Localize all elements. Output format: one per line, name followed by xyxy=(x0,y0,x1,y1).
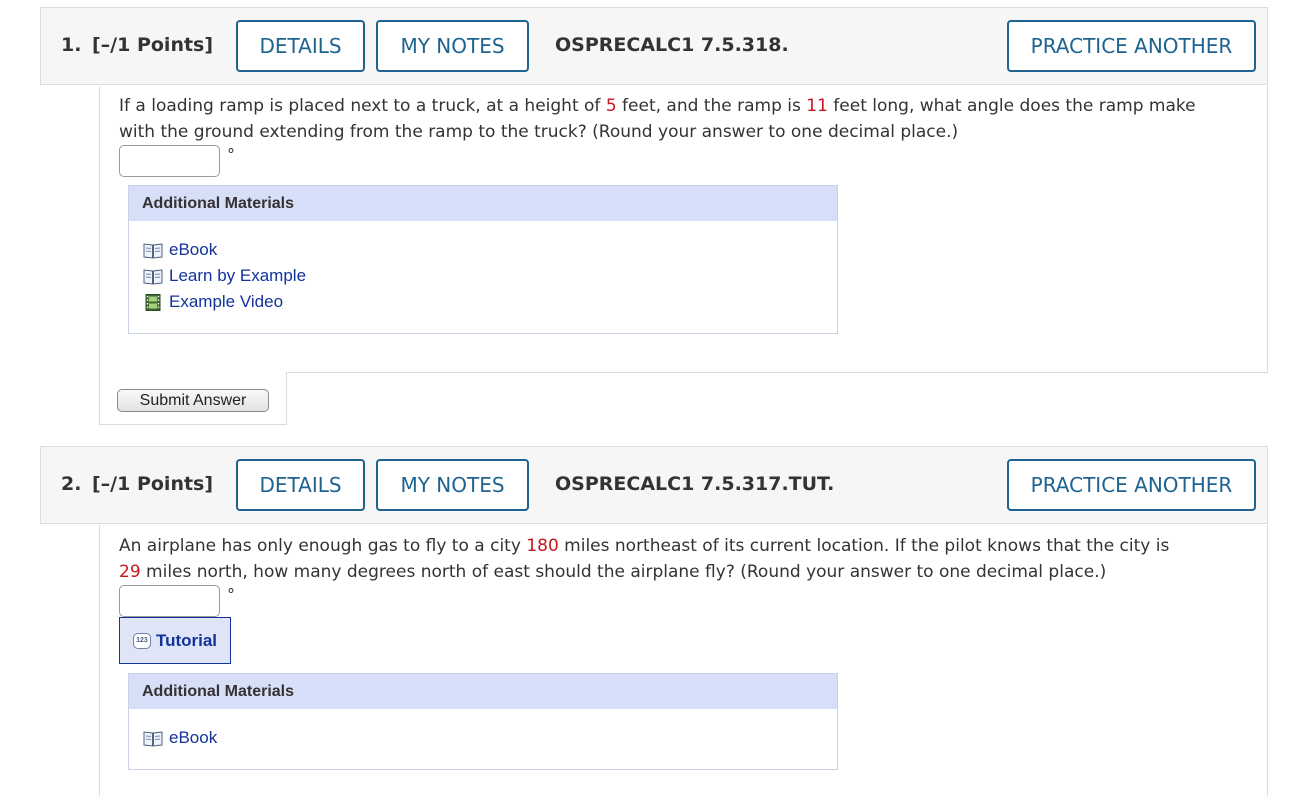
value-height: 5 xyxy=(605,96,617,116)
practice-another-button[interactable]: PRACTICE ANOTHER xyxy=(1007,459,1256,511)
degree-unit: ° xyxy=(227,145,235,164)
details-button[interactable]: DETAILS xyxy=(236,20,365,72)
book-icon xyxy=(143,242,163,259)
question-points: [–/1 Points] xyxy=(92,473,214,495)
example-video-label: Example Video xyxy=(169,292,284,311)
tutorial-button[interactable]: 123 Tutorial xyxy=(119,617,231,664)
value-north: 29 xyxy=(119,562,141,582)
tutorial-icon: 123 xyxy=(132,632,151,649)
example-video-link[interactable]: Example Video xyxy=(143,292,283,312)
question-1-body: If a loading ramp is placed next to a tr… xyxy=(99,86,1268,373)
submit-area: Submit Answer xyxy=(99,372,287,425)
details-button[interactable]: DETAILS xyxy=(236,459,365,511)
practice-another-button[interactable]: PRACTICE ANOTHER xyxy=(1007,20,1256,72)
my-notes-button[interactable]: MY NOTES xyxy=(376,20,529,72)
question-2-body: An airplane has only enough gas to fly t… xyxy=(99,525,1268,796)
tutorial-label: Tutorial xyxy=(155,630,218,650)
learn-by-example-label: Learn by Example xyxy=(169,266,307,285)
question-id: OSPRECALC1 7.5.317.TUT. xyxy=(555,473,835,495)
ebook-label: eBook xyxy=(169,240,218,259)
ebook-label: eBook xyxy=(169,728,218,747)
my-notes-button[interactable]: MY NOTES xyxy=(376,459,529,511)
submit-answer-button[interactable]: Submit Answer xyxy=(117,389,269,412)
degree-unit: ° xyxy=(227,585,235,604)
ebook-link[interactable]: eBook xyxy=(143,240,217,260)
additional-materials-heading: Additional Materials xyxy=(129,674,837,709)
additional-materials: Additional Materials eBook xyxy=(128,673,838,770)
book-icon xyxy=(143,268,163,285)
question-points: [–/1 Points] xyxy=(92,34,214,56)
value-distance: 180 xyxy=(526,536,559,556)
question-number: 2. xyxy=(61,473,82,495)
question-number: 1. xyxy=(61,34,82,56)
additional-materials: Additional Materials eBook Learn by Exam… xyxy=(128,185,838,334)
answer-input[interactable] xyxy=(119,145,220,177)
additional-materials-heading: Additional Materials xyxy=(129,186,837,221)
question-1-header: 1. [–/1 Points] DETAILS MY NOTES OSPRECA… xyxy=(40,7,1268,85)
value-length: 11 xyxy=(806,96,828,116)
film-icon xyxy=(143,293,163,311)
question-text: If a loading ramp is placed next to a tr… xyxy=(119,96,1196,142)
question-2-header: 2. [–/1 Points] DETAILS MY NOTES OSPRECA… xyxy=(40,446,1268,524)
question-id: OSPRECALC1 7.5.318. xyxy=(555,34,789,56)
book-icon xyxy=(143,730,163,747)
question-text: An airplane has only enough gas to fly t… xyxy=(119,536,1170,582)
learn-by-example-link[interactable]: Learn by Example xyxy=(143,266,306,286)
answer-input[interactable] xyxy=(119,585,220,617)
ebook-link[interactable]: eBook xyxy=(143,728,217,748)
